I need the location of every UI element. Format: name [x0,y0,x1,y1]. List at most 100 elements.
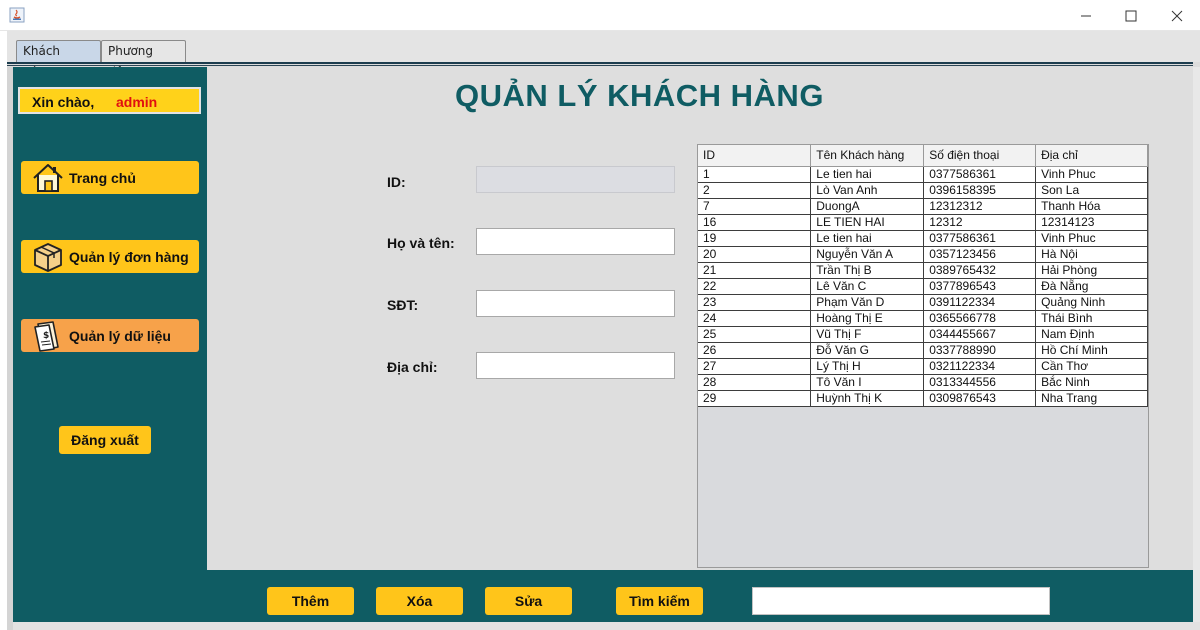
cell-address: Vinh Phuc [1035,230,1148,247]
customer-table-scroll-pane[interactable]: ID Tên Khách hàng Số điện thoại Địa chỉ … [697,144,1149,568]
id-field[interactable] [476,166,675,193]
java-app-icon [9,7,25,23]
cell-name: Tô Văn I [810,374,925,391]
table-row[interactable]: 25 Vũ Thị F 0344455667 Nam Định [698,326,1148,343]
home-label: Trang chủ [69,170,136,186]
cell-address: Thái Bình [1035,310,1148,327]
edit-button[interactable]: Sửa [485,587,572,615]
username-label: admin [116,94,158,110]
tab-phuong-tien[interactable]: Phương tiện [101,40,186,79]
cell-name: Hoàng Thị E [810,310,925,327]
cell-address: 12314123 [1035,214,1148,231]
tab-divider-secondary [7,65,1193,66]
cell-name: Le tien hai [810,230,925,247]
cell-id: 23 [698,294,812,311]
table-row[interactable]: 27 Lý Thị H 0321122334 Cần Thơ [698,358,1148,375]
table-row[interactable]: 22 Lê Văn C 0377896543 Đà Nẵng [698,278,1148,295]
table-row[interactable]: 1 Le tien hai 0377586361 Vinh Phuc [698,166,1148,183]
page-title: QUẢN LÝ KHÁCH HÀNG [455,78,824,113]
data-management-button[interactable]: $ Quản lý dữ liệu [21,319,199,352]
order-management-button[interactable]: Quản lý đơn hàng [21,240,199,273]
cell-id: 7 [698,198,812,215]
column-header-id[interactable]: ID [698,145,812,167]
cell-address: Hà Nội [1035,246,1148,263]
cell-phone: 0321122334 [923,358,1037,375]
order-management-label: Quản lý đơn hàng [69,249,189,265]
cell-id: 29 [698,390,812,407]
tab-khach-hang[interactable]: Khách Hàng [16,40,101,79]
cell-id: 26 [698,342,812,359]
column-header-address[interactable]: Địa chỉ [1035,145,1148,167]
table-row[interactable]: 2 Lò Van Anh 0396158395 Son La [698,182,1148,199]
minimize-button[interactable] [1063,0,1109,31]
cell-phone: 0313344556 [923,374,1037,391]
cell-phone: 12312 [923,214,1037,231]
home-button[interactable]: Trang chủ [21,161,199,194]
cell-id: 28 [698,374,812,391]
id-label: ID: [387,174,406,190]
table-row[interactable]: 16 LE TIEN HAI 12312 12314123 [698,214,1148,231]
close-button[interactable] [1154,0,1200,31]
cell-name: Lê Văn C [810,278,925,295]
cell-name: Vũ Thị F [810,326,925,343]
cell-phone: 0391122334 [923,294,1037,311]
cell-phone: 0377896543 [923,278,1037,295]
cell-address: Nam Định [1035,326,1148,343]
cell-address: Quảng Ninh [1035,294,1148,311]
name-field[interactable] [476,228,675,255]
cell-name: Le tien hai [810,166,925,183]
customer-table: ID Tên Khách hàng Số điện thoại Địa chỉ … [698,145,1148,407]
cell-phone: 12312312 [923,198,1037,215]
greeting-label: Xin chào, [32,94,95,110]
name-label: Họ và tên: [387,235,455,251]
add-button[interactable]: Thêm [267,587,354,615]
window-left-edge [0,31,7,630]
table-header-row: ID Tên Khách hàng Số điện thoại Địa chỉ [698,145,1148,167]
cell-address: Vinh Phuc [1035,166,1148,183]
cell-id: 20 [698,246,812,263]
table-row[interactable]: 19 Le tien hai 0377586361 Vinh Phuc [698,230,1148,247]
cell-name: LE TIEN HAI [810,214,925,231]
table-row[interactable]: 7 DuongA 12312312 Thanh Hóa [698,198,1148,215]
maximize-button[interactable] [1108,0,1154,31]
document-dollar-icon: $ [31,319,65,355]
phone-label: SĐT: [387,297,419,313]
cell-id: 2 [698,182,812,199]
cell-phone: 0344455667 [923,326,1037,343]
cell-address: Bắc Ninh [1035,374,1148,391]
cell-address: Nha Trang [1035,390,1148,407]
search-button[interactable]: Tìm kiếm [616,587,703,615]
search-input[interactable] [752,587,1050,615]
window-title-bar [0,0,1200,31]
logout-button[interactable]: Đăng xuất [59,426,151,454]
table-row[interactable]: 21 Trần Thị B 0389765432 Hải Phòng [698,262,1148,279]
table-row[interactable]: 23 Phạm Văn D 0391122334 Quảng Ninh [698,294,1148,311]
delete-button[interactable]: Xóa [376,587,463,615]
phone-field[interactable] [476,290,675,317]
panel-bottom-edge [13,622,1200,630]
table-row[interactable]: 20 Nguyễn Văn A 0357123456 Hà Nội [698,246,1148,263]
tab-divider [7,62,1193,64]
table-row[interactable]: 26 Đỗ Văn G 0337788990 Hồ Chí Minh [698,342,1148,359]
package-box-icon [31,240,65,276]
column-header-name[interactable]: Tên Khách hàng [810,145,925,167]
cell-id: 27 [698,358,812,375]
cell-address: Đà Nẵng [1035,278,1148,295]
table-row[interactable]: 28 Tô Văn I 0313344556 Bắc Ninh [698,374,1148,391]
cell-phone: 0396158395 [923,182,1037,199]
cell-address: Hồ Chí Minh [1035,342,1148,359]
cell-name: Phạm Văn D [810,294,925,311]
cell-phone: 0377586361 [923,230,1037,247]
cell-phone: 0337788990 [923,342,1037,359]
panel-right-edge [1193,67,1200,630]
cell-phone: 0377586361 [923,166,1037,183]
column-header-phone[interactable]: Số điện thoại [923,145,1037,167]
address-field[interactable] [476,352,675,379]
cell-name: Lý Thị H [810,358,925,375]
greeting-box: Xin chào, admin [18,87,201,114]
table-row[interactable]: 24 Hoàng Thị E 0365566778 Thái Bình [698,310,1148,327]
cell-id: 25 [698,326,812,343]
cell-phone: 0389765432 [923,262,1037,279]
cell-id: 24 [698,310,812,327]
table-row[interactable]: 29 Huỳnh Thị K 0309876543 Nha Trang [698,390,1148,407]
